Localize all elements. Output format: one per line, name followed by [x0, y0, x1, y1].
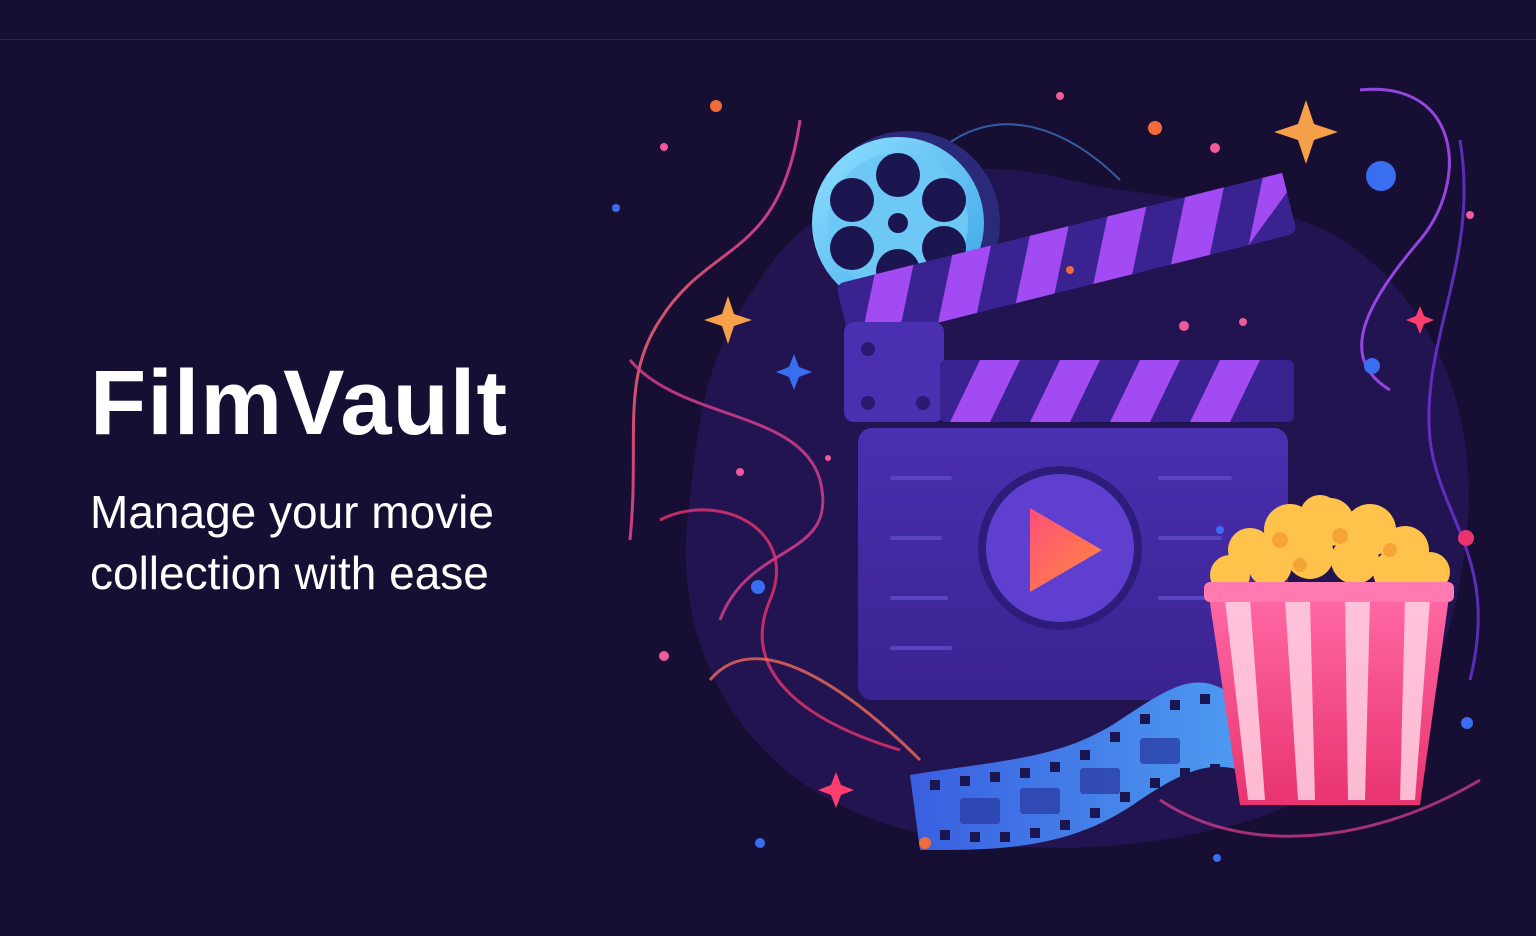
popcorn-icon: [1204, 495, 1454, 805]
tagline-line-1: Manage your movie: [90, 485, 494, 538]
hero-illustration: [600, 60, 1536, 931]
top-bar: [0, 0, 1536, 40]
tagline: Manage your movie collection with ease: [90, 482, 650, 604]
app-title: FilmVault: [90, 352, 508, 454]
tagline-line-2: collection with ease: [90, 546, 489, 599]
play-icon: [978, 466, 1142, 630]
hero-text: FilmVault Manage your movie collection w…: [90, 355, 650, 604]
